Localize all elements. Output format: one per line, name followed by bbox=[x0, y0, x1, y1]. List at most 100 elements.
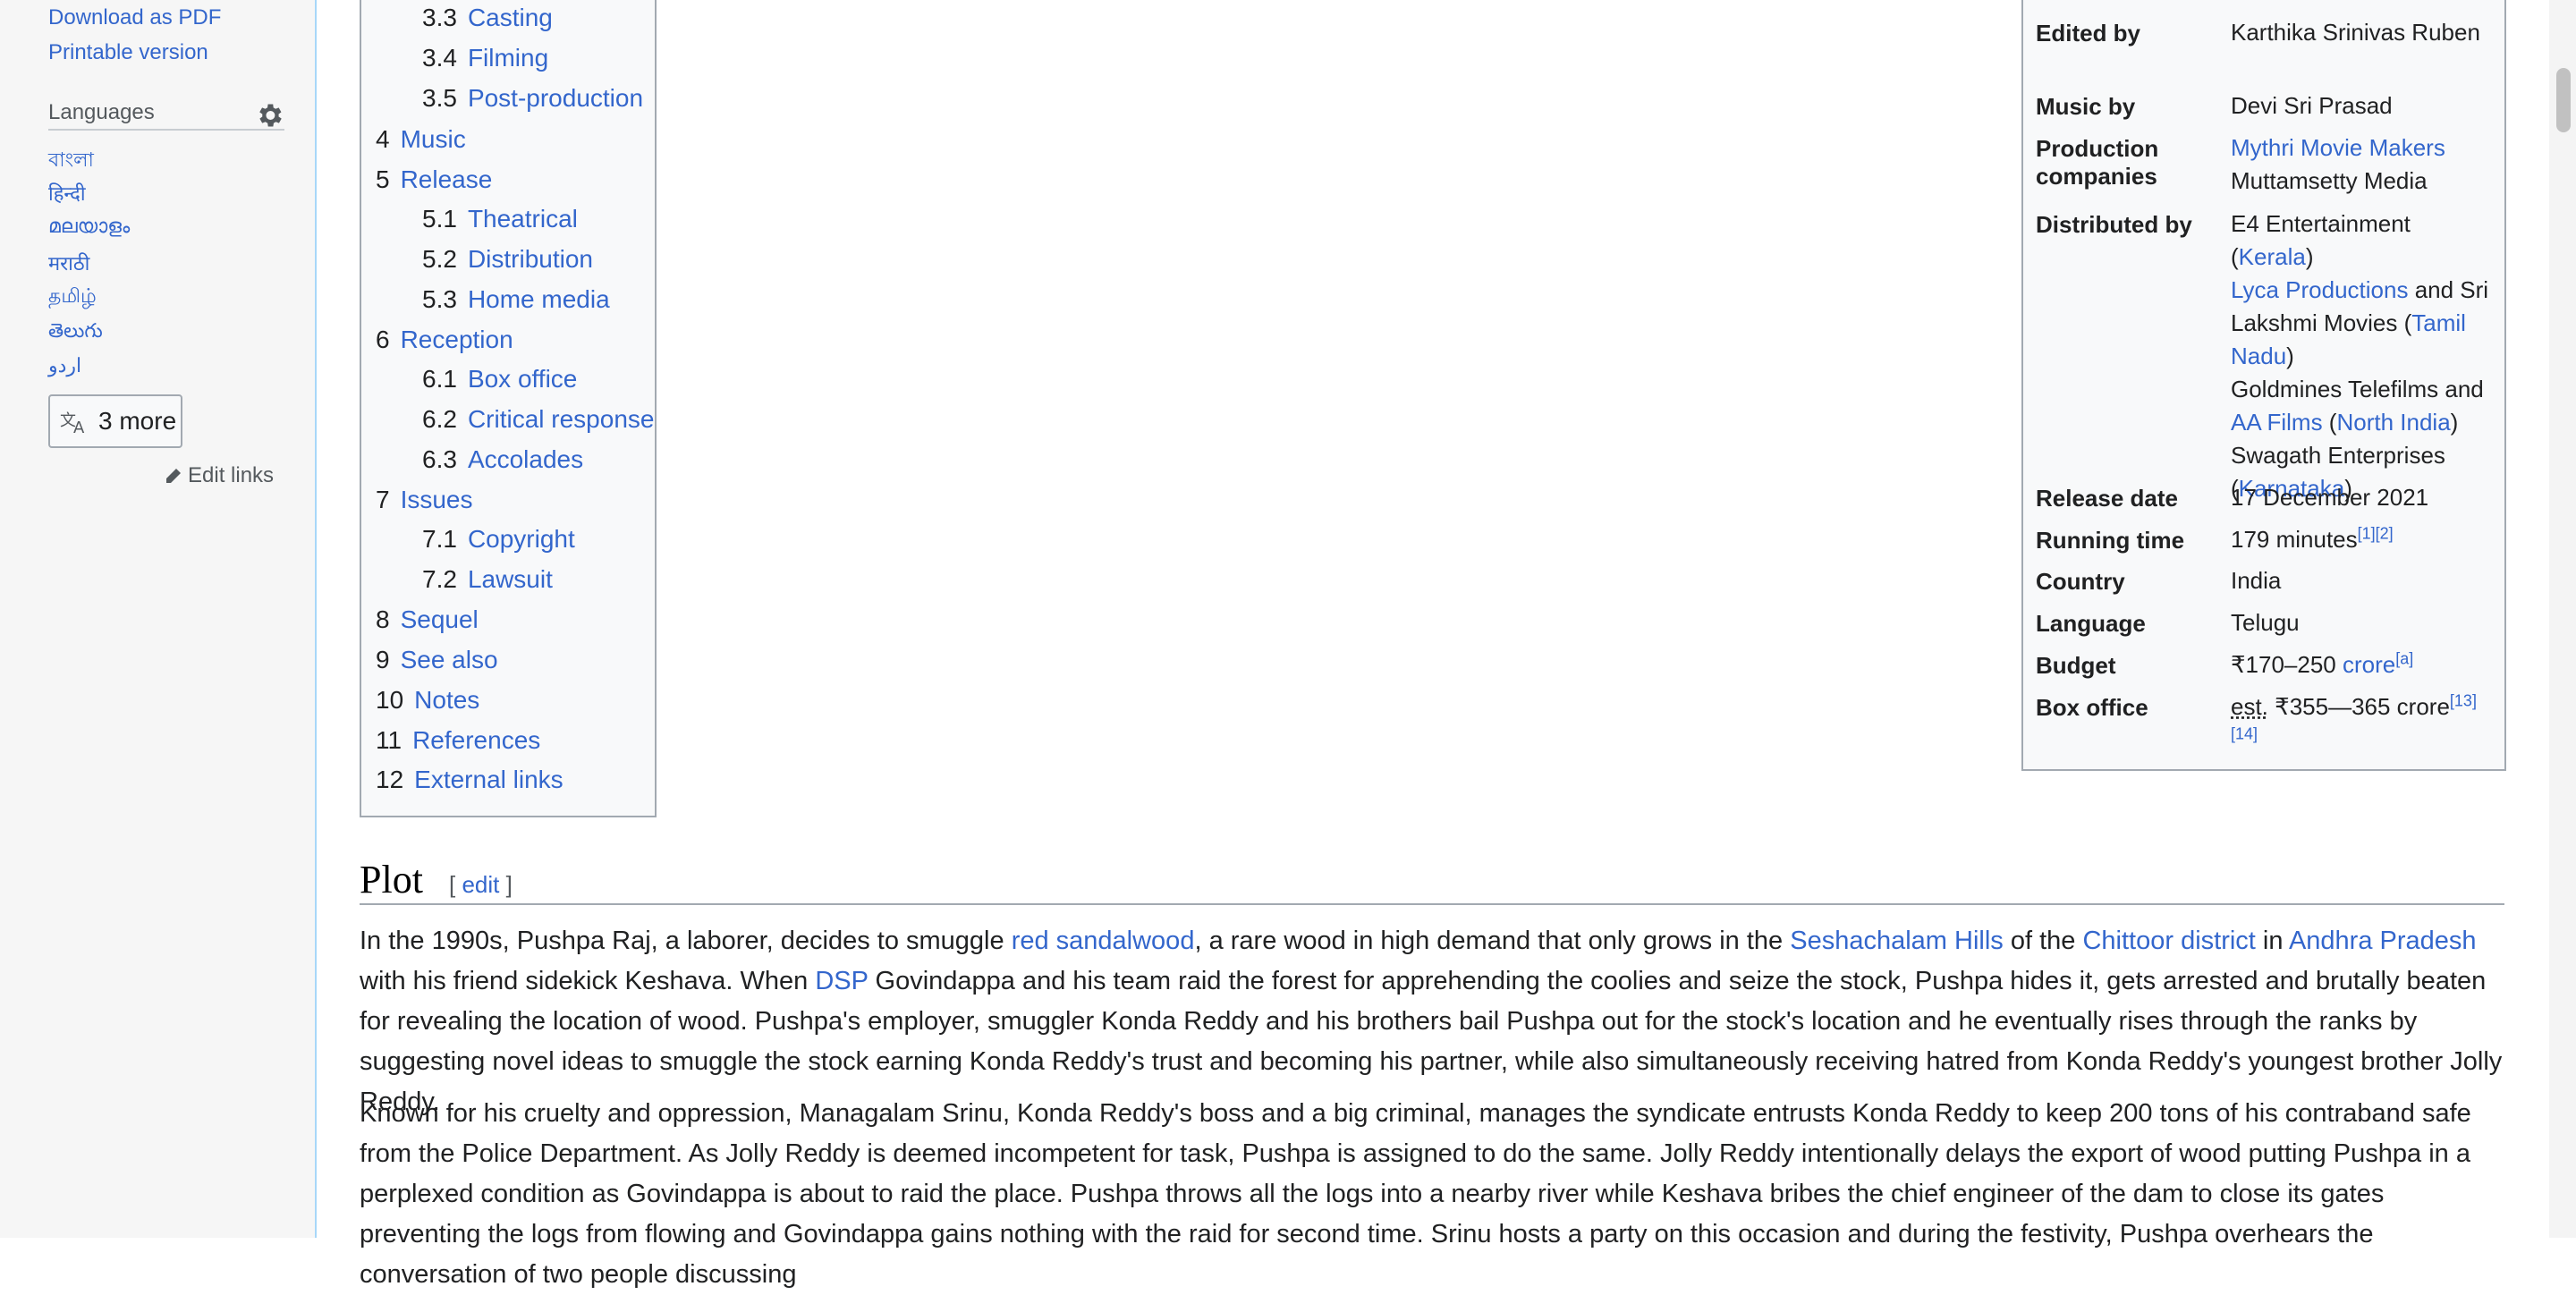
scrollbar[interactable] bbox=[2549, 0, 2576, 1238]
lyca-link[interactable]: Lyca Productions bbox=[2231, 276, 2408, 303]
toc-item[interactable]: 3.5 Post-production bbox=[422, 84, 643, 113]
red-sandalwood-link[interactable]: red sandalwood bbox=[1012, 927, 1195, 955]
toc-item[interactable]: 7.1 Copyright bbox=[422, 525, 575, 554]
edit-links[interactable]: Edit links bbox=[165, 463, 274, 488]
toc-number: 3.4 bbox=[422, 44, 457, 72]
lang-telugu[interactable]: తెలుగు bbox=[48, 319, 103, 347]
toc-item[interactable]: 4 Music bbox=[376, 125, 466, 154]
ref-link[interactable]: [2] bbox=[2376, 524, 2394, 542]
toc-item[interactable]: 11 References bbox=[376, 726, 540, 755]
toc-link[interactable]: Theatrical bbox=[468, 205, 578, 233]
toc-link[interactable]: Copyright bbox=[468, 525, 575, 553]
toc-item[interactable]: 12 External links bbox=[376, 766, 564, 794]
scrollbar-thumb[interactable] bbox=[2556, 68, 2571, 132]
north-india-link[interactable]: North India bbox=[2336, 409, 2450, 436]
toc-item[interactable]: 6.3 Accolades bbox=[422, 445, 583, 474]
gear-icon[interactable] bbox=[254, 100, 284, 131]
crore-link[interactable]: crore bbox=[2343, 651, 2395, 678]
toc-item[interactable]: 3.3 Casting bbox=[422, 4, 553, 32]
chittoor-link[interactable]: Chittoor district bbox=[2082, 927, 2255, 955]
table-of-contents: 3.3 Casting 3.4 Filming 3.5 Post-production… bbox=[360, 0, 657, 817]
infobox-label-distributed: Distributed by bbox=[2036, 211, 2192, 238]
ref-link[interactable]: [1] bbox=[2358, 524, 2376, 542]
toc-link[interactable]: Distribution bbox=[468, 245, 593, 273]
toc-item[interactable]: 9 See also bbox=[376, 646, 498, 674]
toc-item[interactable]: 6.1 Box office bbox=[422, 365, 577, 394]
plot-heading: Plot [ edit ] bbox=[360, 857, 2504, 905]
toc-number: 7.2 bbox=[422, 565, 457, 593]
ref-link[interactable]: [14] bbox=[2231, 724, 2258, 742]
edit-section-link[interactable]: edit bbox=[462, 871, 499, 898]
ref-link[interactable]: [a] bbox=[2395, 649, 2413, 667]
infobox-value-production: Mythri Movie Makers Muttamsetty Media bbox=[2231, 131, 2496, 198]
toc-item[interactable]: 6 Reception bbox=[376, 326, 513, 354]
toc-link[interactable]: External links bbox=[414, 766, 564, 793]
toc-item[interactable]: 5.2 Distribution bbox=[422, 245, 593, 274]
toc-link[interactable]: Notes bbox=[414, 686, 479, 714]
toc-link[interactable]: Home media bbox=[468, 285, 610, 313]
toc-number: 10 bbox=[376, 686, 404, 714]
lang-malayalam[interactable]: മലയാളം bbox=[48, 215, 130, 238]
toc-link[interactable]: See also bbox=[401, 646, 498, 673]
est-abbr: est. bbox=[2231, 693, 2268, 720]
toc-item[interactable]: 7 Issues bbox=[376, 486, 473, 514]
music-by-link[interactable]: Devi Sri Prasad bbox=[2231, 89, 2496, 123]
kerala-link[interactable]: Kerala bbox=[2239, 243, 2306, 270]
toc-link[interactable]: Accolades bbox=[468, 445, 583, 473]
edited-by-link[interactable]: Karthika Srinivas Ruben bbox=[2231, 16, 2496, 49]
more-languages-button[interactable]: 文 A 3 more bbox=[48, 394, 182, 448]
toc-link[interactable]: Music bbox=[401, 125, 466, 153]
lang-bengali[interactable]: বাংলা bbox=[48, 145, 94, 178]
toc-number: 4 bbox=[376, 125, 390, 153]
toc-number: 3.5 bbox=[422, 84, 457, 112]
infobox-value-running-time: 179 minutes[1][2] bbox=[2231, 523, 2496, 556]
infobox-label-language: Language bbox=[2036, 610, 2146, 637]
toc-number: 11 bbox=[376, 726, 402, 754]
release-date-value: 17 December 2021 bbox=[2231, 484, 2429, 511]
toc-item[interactable]: 5.1 Theatrical bbox=[422, 205, 578, 233]
toc-number: 5.3 bbox=[422, 285, 457, 313]
toc-item[interactable]: 7.2 Lawsuit bbox=[422, 565, 553, 594]
toc-item[interactable]: 6.2 Critical response bbox=[422, 405, 654, 434]
lang-hindi[interactable]: हिन्दी bbox=[48, 180, 86, 207]
toc-item[interactable]: 5.3 Home media bbox=[422, 285, 610, 314]
toc-link[interactable]: Reception bbox=[401, 326, 513, 353]
toc-item[interactable]: 3.4 Filming bbox=[422, 44, 548, 72]
toc-link[interactable]: Box office bbox=[468, 365, 577, 393]
toc-item[interactable]: 8 Sequel bbox=[376, 605, 479, 634]
running-time-text: 179 minutes bbox=[2231, 526, 2358, 553]
download-pdf-link[interactable]: Download as PDF bbox=[48, 5, 221, 30]
sidebar: Download as PDF Printable version Langua… bbox=[0, 0, 317, 1238]
toc-number: 5.1 bbox=[422, 205, 457, 233]
toc-link[interactable]: Post-production bbox=[468, 84, 643, 112]
toc-link[interactable]: Release bbox=[401, 165, 493, 193]
aa-films-link[interactable]: AA Films bbox=[2231, 409, 2323, 436]
seshachalam-link[interactable]: Seshachalam Hills bbox=[1790, 927, 2004, 955]
toc-link[interactable]: Critical response bbox=[468, 405, 655, 433]
ref-link[interactable]: [13] bbox=[2450, 691, 2477, 709]
toc-link[interactable]: Filming bbox=[468, 44, 548, 72]
infobox-value-box-office: est. ₹355—365 crore[13] [14] bbox=[2231, 690, 2496, 757]
toc-link[interactable]: References bbox=[412, 726, 540, 754]
toc-link[interactable]: Sequel bbox=[401, 605, 479, 633]
edit-links-label: Edit links bbox=[188, 463, 275, 487]
printable-version-link[interactable]: Printable version bbox=[48, 40, 208, 65]
toc-link[interactable]: Casting bbox=[468, 4, 553, 31]
toc-item[interactable]: 5 Release bbox=[376, 165, 492, 194]
lang-urdu[interactable]: اردو bbox=[48, 354, 81, 377]
para-text: in bbox=[2255, 927, 2289, 955]
toc-item[interactable]: 10 Notes bbox=[376, 686, 479, 715]
toc-link[interactable]: Lawsuit bbox=[468, 565, 553, 593]
lang-tamil[interactable]: தமிழ் bbox=[48, 284, 97, 310]
mythri-link[interactable]: Mythri Movie Makers bbox=[2231, 134, 2445, 161]
para-text: , a rare wood in high demand that only g… bbox=[1194, 927, 1791, 955]
dsp-link[interactable]: DSP bbox=[815, 967, 868, 995]
toc-number: 9 bbox=[376, 646, 390, 673]
toc-link[interactable]: Issues bbox=[401, 486, 473, 513]
lang-marathi[interactable]: मराठी bbox=[48, 250, 89, 276]
toc-number: 8 bbox=[376, 605, 390, 633]
svg-text:A: A bbox=[73, 419, 85, 435]
toc-number: 6 bbox=[376, 326, 390, 353]
paren-close: ) bbox=[2450, 409, 2459, 436]
andhra-pradesh-link[interactable]: Andhra Pradesh bbox=[2289, 927, 2477, 955]
